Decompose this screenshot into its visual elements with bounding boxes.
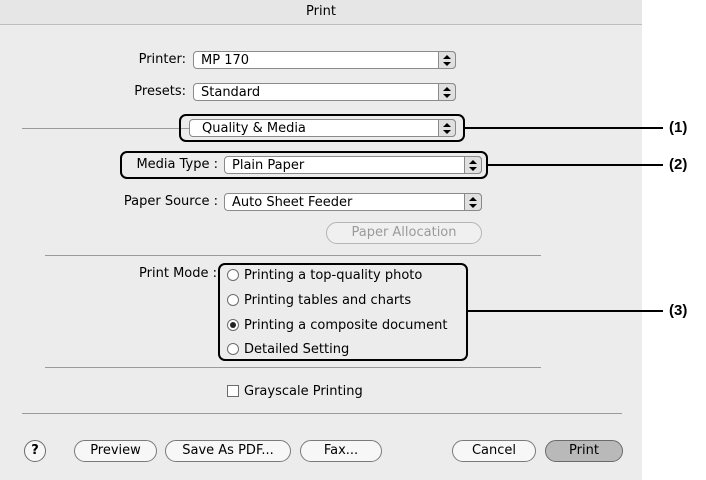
save-as-pdf-button[interactable]: Save As PDF... — [165, 440, 291, 462]
help-button[interactable]: ? — [24, 440, 46, 462]
separator-mode-bottom — [45, 367, 541, 368]
title-bar: Print — [0, 0, 642, 25]
callout-box-3 — [218, 263, 468, 361]
callout-leader-1 — [465, 127, 663, 129]
print-mode-label: Print Mode : — [139, 266, 217, 281]
printer-value: MP 170 — [201, 53, 250, 68]
callout-box-1 — [179, 114, 465, 142]
printer-popup[interactable]: MP 170 — [193, 51, 456, 69]
printer-label: Printer: — [138, 52, 186, 67]
presets-value: Standard — [201, 85, 261, 100]
separator-left — [22, 128, 189, 129]
popup-arrows-icon — [438, 51, 456, 69]
callout-leader-3 — [468, 310, 663, 312]
callout-label-1: (1) — [669, 119, 688, 136]
paper-source-value: Auto Sheet Feeder — [232, 195, 353, 210]
paper-source-popup[interactable]: Auto Sheet Feeder — [224, 193, 482, 211]
paper-source-label: Paper Source : — [123, 194, 218, 209]
grayscale-label: Grayscale Printing — [244, 384, 363, 399]
window-title: Print — [306, 4, 336, 19]
separator-mode-top — [45, 255, 541, 256]
presets-label: Presets: — [134, 84, 186, 99]
callout-box-2 — [120, 151, 488, 179]
popup-arrows-icon — [464, 193, 482, 211]
print-dialog — [0, 0, 642, 480]
grayscale-checkbox[interactable] — [227, 385, 239, 397]
preview-button[interactable]: Preview — [74, 440, 157, 462]
callout-label-2: (2) — [669, 156, 688, 173]
separator-bottom — [22, 413, 622, 414]
cancel-button[interactable]: Cancel — [452, 440, 536, 462]
callout-leader-2 — [488, 164, 663, 166]
paper-allocation-button[interactable]: Paper Allocation — [326, 222, 482, 244]
presets-popup[interactable]: Standard — [193, 83, 456, 101]
callout-label-3: (3) — [669, 302, 688, 319]
fax-button[interactable]: Fax... — [300, 440, 382, 462]
popup-arrows-icon — [438, 83, 456, 101]
print-button[interactable]: Print — [545, 440, 623, 462]
